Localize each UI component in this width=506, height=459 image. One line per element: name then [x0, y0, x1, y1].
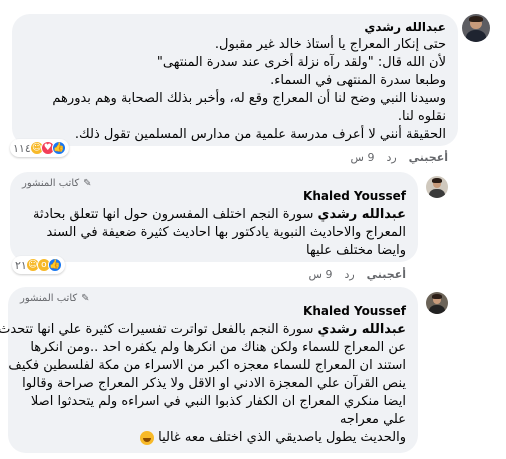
comment-text-line: ينص القرآن علي المعجزة الادني او الاقل و…: [22, 376, 406, 391]
avatar-hair: [431, 177, 443, 183]
comment-text-line: علي معراجه: [339, 412, 406, 427]
avatar-body: [429, 304, 445, 314]
comment-author-name[interactable]: Khaled Youssef: [303, 304, 406, 318]
comment-text-line: والحديث يطول ياصديقي الذي اختلف معه غالي…: [20, 429, 406, 447]
comment-text-line: نقلوه لنا.: [397, 109, 446, 124]
comment-text: والحديث يطول ياصديقي الذي اختلف معه غالي…: [158, 430, 406, 445]
like-icon: 👍: [47, 258, 62, 272]
laughing-emoji-icon: [139, 430, 154, 445]
comment-text-line: حتى إنكار المعراج يا أستاذ خالد غير مقبو…: [214, 37, 446, 52]
author-badge-label: كاتب المنشور: [22, 178, 80, 189]
reply-button[interactable]: رد: [386, 151, 396, 164]
comment-author-row: Khaled Youssef: [20, 304, 406, 318]
author-badge: ✎ كاتب المنشور: [20, 293, 406, 304]
pen-icon: ✎: [81, 293, 90, 304]
comment-bubble: ✎ كاتب المنشور Khaled Youssef عبدالله رش…: [0, 287, 418, 453]
avatar-body: [429, 188, 445, 198]
comment-text: سورة النجم اختلف المفسرون حول انها تتعلق…: [32, 207, 318, 222]
comment-text: سورة النجم بالفعل تواترت تفسيرات كثيرة ع…: [0, 322, 318, 337]
author-badge-label: كاتب المنشور: [20, 293, 78, 304]
mention-link[interactable]: عبدالله رشدي: [318, 322, 406, 337]
comment-timestamp[interactable]: 9 س: [351, 151, 375, 164]
comment-text-line: وطبعا سدرة المنتهى في السماء.: [270, 73, 446, 88]
comment-text-line: عن المعراج للسماء ولكن هناك من انكرها ول…: [30, 340, 406, 355]
pen-icon: ✎: [83, 178, 92, 189]
comment-author-name[interactable]: عبدالله رشدي: [364, 20, 446, 34]
avatar[interactable]: [462, 14, 490, 42]
comment-text-line: المعراج والاحاديث النبوية يادكتور بها اح…: [46, 225, 406, 240]
comment-author-name[interactable]: Khaled Youssef: [303, 189, 406, 203]
avatar[interactable]: [426, 176, 448, 198]
comment-text-line: وسيدنا النبي وضح لنا أن المعراج وقع له، …: [52, 91, 446, 106]
reply-button[interactable]: رد: [344, 268, 354, 281]
comment-text-line: لأن الله قال: "ولقد رآه نزلة أخرى عند سد…: [156, 55, 446, 70]
avatar-body: [465, 30, 487, 42]
like-button[interactable]: أعجبني: [367, 268, 406, 281]
avatar[interactable]: [426, 292, 448, 314]
reactions-summary[interactable]: ١١٤ ☺ ♥ 👍: [10, 139, 69, 157]
comment-text-line: استند ان المعراج للسماء معجزه اكبر من ال…: [8, 358, 406, 373]
like-button[interactable]: أعجبني: [409, 151, 448, 164]
comment-bubble: ✎ كاتب المنشور Khaled Youssef عبدالله رش…: [10, 172, 418, 262]
reactions-summary[interactable]: ٢١ ☺ o 👍: [12, 256, 65, 274]
comment-text-line: وايضا مختلف عليها: [306, 243, 406, 258]
comment-bubble: عبدالله رشدي حتى إنكار المعراج يا أستاذ …: [12, 14, 458, 146]
like-icon: 👍: [51, 141, 66, 155]
author-badge: ✎ كاتب المنشور: [22, 178, 406, 189]
comment-text-line: ايضا منكري المعراج ان الكفار كذبوا النبي…: [30, 394, 406, 409]
comment-text-line: الحقيقة أنني لا أعرف مدرسة علمية من مدار…: [74, 127, 446, 142]
comment-timestamp[interactable]: 9 س: [309, 268, 333, 281]
comment-text-line: عبدالله رشدي سورة النجم اختلف المفسرون ح…: [22, 206, 406, 224]
mention-link[interactable]: عبدالله رشدي: [318, 207, 406, 222]
avatar-hair: [469, 16, 483, 23]
comment-author-row: Khaled Youssef: [22, 189, 406, 203]
comment-actions: أعجبني رد 9 س: [309, 268, 406, 281]
avatar-hair: [431, 293, 443, 299]
comment-actions: أعجبني رد 9 س: [351, 151, 448, 164]
reaction-count: ١١٤: [13, 141, 31, 155]
comment-author-row: عبدالله رشدي: [24, 20, 446, 34]
comment-text-line: عبدالله رشدي سورة النجم بالفعل تواترت تف…: [0, 321, 406, 339]
